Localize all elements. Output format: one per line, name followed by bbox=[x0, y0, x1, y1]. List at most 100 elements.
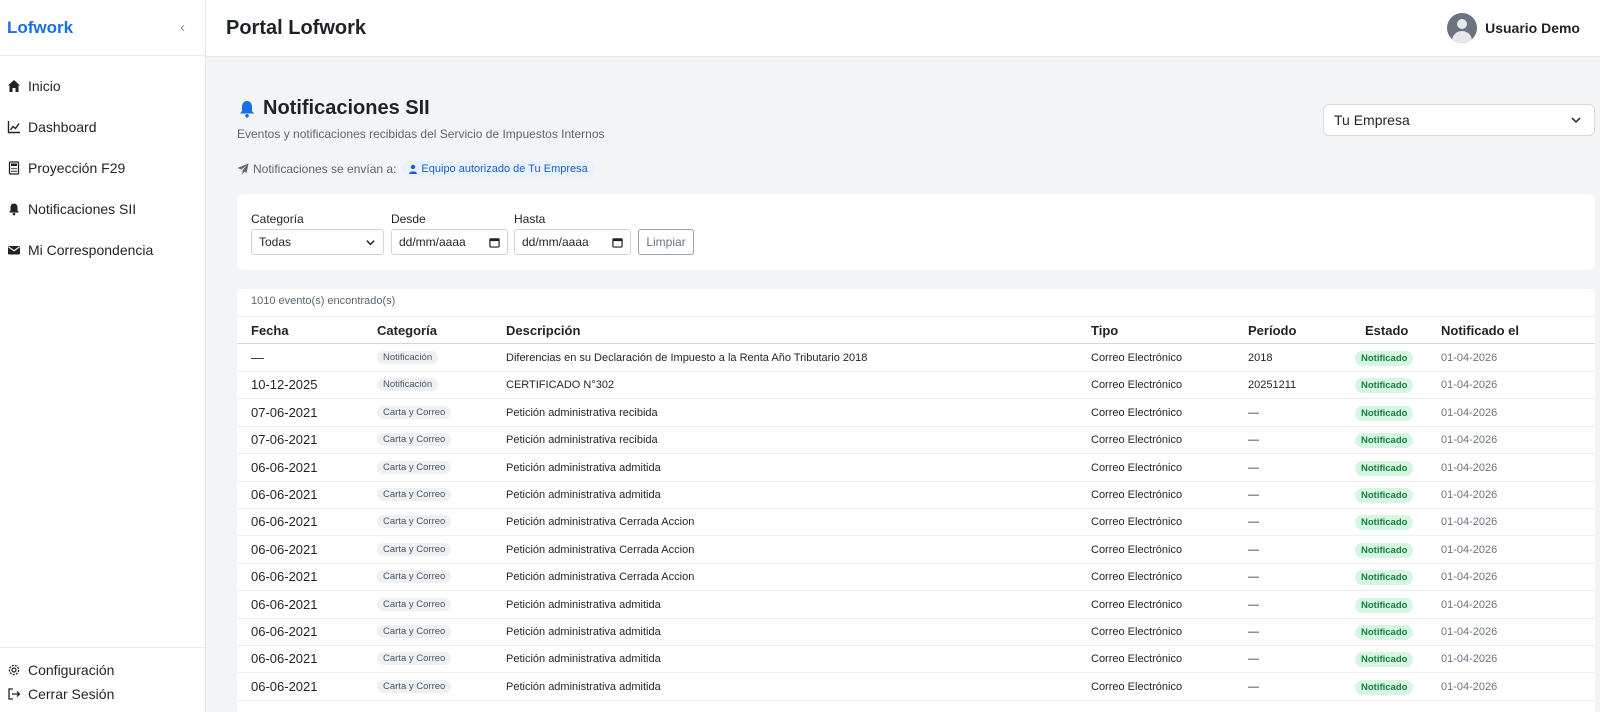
cell-descripcion: Petición administrativa admitida bbox=[506, 598, 661, 611]
cell-notificado: 01-04-2026 bbox=[1441, 489, 1498, 501]
page-subtitle: Eventos y notificaciones recibidas del S… bbox=[237, 127, 605, 141]
cell-estado: Notificado bbox=[1355, 515, 1414, 531]
cell-categoria: Carta y Correo bbox=[377, 460, 452, 474]
status-badge: Notificado bbox=[1355, 597, 1414, 613]
sidebar-item-label: Proyección F29 bbox=[28, 159, 126, 176]
recipients-badge[interactable]: Equipo autorizado de Tu Empresa bbox=[402, 161, 596, 177]
sidebar-item-dashboard[interactable]: Dashboard bbox=[0, 106, 205, 147]
cell-estado: Notificado bbox=[1355, 597, 1414, 613]
cell-descripcion: Petición administrativa admitida bbox=[506, 461, 661, 474]
category-tag: Carta y Correo bbox=[377, 597, 452, 611]
category-tag: Notificación bbox=[377, 378, 439, 392]
cell-descripcion: Petición administrativa Cerrada Accion bbox=[506, 516, 695, 529]
cell-periodo: — bbox=[1248, 461, 1259, 474]
cell-fecha: 06-06-2021 bbox=[251, 514, 318, 530]
status-badge: Notificado bbox=[1355, 488, 1414, 503]
category-tag: Carta y Correo bbox=[377, 542, 452, 556]
table-row[interactable]: 06-06-2021 Carta y Correo Petición adminis… bbox=[237, 564, 1595, 592]
cell-estado: Notificado bbox=[1355, 351, 1414, 366]
cell-notificado: 01-04-2026 bbox=[1441, 352, 1498, 364]
table-row[interactable]: 06-06-2021 Carta y Correo Petición adminis… bbox=[237, 592, 1595, 619]
cell-notificado: 01-04-2026 bbox=[1441, 680, 1498, 693]
cell-estado: Notificado bbox=[1355, 625, 1414, 640]
table-row[interactable]: — Notificación Diferencias en su Declaraci… bbox=[237, 345, 1595, 372]
cell-tipo: Correo Electrónico bbox=[1091, 406, 1183, 419]
sidebar-item-inicio[interactable]: Inicio bbox=[0, 65, 205, 106]
cell-categoria: Carta y Correo bbox=[377, 515, 452, 529]
cell-tipo: Correo Electrónico bbox=[1091, 626, 1183, 638]
bell-icon bbox=[7, 202, 21, 216]
column-header-estado[interactable]: Estado bbox=[1365, 323, 1408, 338]
table-row[interactable]: 06-06-2021 Carta y Correo Petición adminis… bbox=[237, 674, 1595, 701]
brand-logo[interactable]: Lofwork bbox=[7, 18, 73, 38]
table-row[interactable]: 07-06-2021 Carta y Correo Petición adminis… bbox=[237, 400, 1595, 427]
from-date-input[interactable]: dd/mm/aaaa bbox=[391, 229, 508, 255]
paper-plane-icon bbox=[237, 163, 249, 175]
table-row[interactable]: 06-06-2021 Carta y Correo Petición adminis… bbox=[237, 537, 1595, 564]
cell-periodo: — bbox=[1248, 571, 1259, 584]
sidebar-item-label: Dashboard bbox=[28, 118, 97, 135]
clear-filters-button[interactable]: Limpiar bbox=[638, 229, 694, 255]
cell-descripcion: Petición administrativa admitida bbox=[506, 489, 661, 501]
cell-notificado: 01-04-2026 bbox=[1441, 406, 1498, 419]
cell-categoria: Carta y Correo bbox=[377, 433, 452, 447]
sidebar-item-mi-correspondencia[interactable]: Mi Correspondencia bbox=[0, 229, 205, 270]
page-title-row: Notificaciones SII bbox=[237, 97, 430, 120]
sidebar-item-proyeccion-f29[interactable]: Proyección F29 bbox=[0, 147, 205, 188]
cell-categoria: Carta y Correo bbox=[377, 488, 452, 501]
cell-categoria: Carta y Correo bbox=[377, 625, 452, 638]
sidebar-item-label: Cerrar Sesión bbox=[28, 686, 115, 702]
cell-fecha: 06-06-2021 bbox=[251, 459, 318, 475]
cell-notificado: 01-04-2026 bbox=[1441, 461, 1498, 474]
cell-estado: Notificado bbox=[1355, 652, 1414, 668]
cell-categoria: Carta y Correo bbox=[377, 405, 452, 419]
table-row[interactable]: 07-06-2021 Carta y Correo Petición adminis… bbox=[237, 427, 1595, 455]
cell-periodo: — bbox=[1248, 653, 1259, 666]
recipients-label: Notificaciones se envían a: bbox=[253, 162, 397, 176]
user-icon bbox=[409, 164, 418, 174]
cell-fecha: 07-06-2021 bbox=[251, 432, 318, 448]
avatar bbox=[1447, 13, 1478, 43]
sidebar-item-configuracion[interactable]: Configuración bbox=[0, 658, 205, 682]
cell-descripcion: Petición administrativa Cerrada Accion bbox=[506, 543, 695, 556]
cell-tipo: Correo Electrónico bbox=[1091, 489, 1183, 501]
table-row[interactable]: 06-06-2021 Carta y Correo Petición adminis… bbox=[237, 482, 1595, 509]
category-tag: Carta y Correo bbox=[377, 515, 452, 529]
recipients-info: Notificaciones se envían a: Equipo autor… bbox=[237, 161, 596, 177]
table-row[interactable]: 06-06-2021 Carta y Correo Petición adminis… bbox=[237, 455, 1595, 482]
column-header-fecha[interactable]: Fecha bbox=[251, 323, 289, 338]
calendar-icon bbox=[489, 237, 500, 248]
cell-periodo: — bbox=[1248, 489, 1259, 501]
home-icon bbox=[7, 79, 21, 93]
column-header-periodo[interactable]: Período bbox=[1248, 323, 1296, 338]
category-select[interactable]: Todas bbox=[251, 229, 384, 255]
cell-periodo: — bbox=[1248, 434, 1259, 447]
cell-estado: Notificado bbox=[1355, 679, 1414, 695]
column-header-descripcion[interactable]: Descripción bbox=[506, 323, 580, 338]
to-date-value: dd/mm/aaaa bbox=[522, 235, 589, 249]
status-badge: Notificado bbox=[1355, 378, 1414, 394]
top-header: Portal Lofwork Usuario Demo bbox=[206, 0, 1600, 57]
column-header-tipo[interactable]: Tipo bbox=[1091, 323, 1118, 338]
table-row[interactable]: 06-06-2021 Carta y Correo Petición adminis… bbox=[237, 509, 1595, 537]
company-select[interactable]: Tu Empresa bbox=[1323, 104, 1595, 136]
calendar-icon bbox=[612, 237, 623, 248]
table-row[interactable]: 10-12-2025 Notificación CERTIFICADO N°302 C… bbox=[237, 372, 1595, 400]
table-row[interactable]: 06-06-2021 Carta y Correo Petición adminis… bbox=[237, 646, 1595, 674]
cell-notificado: 01-04-2026 bbox=[1441, 598, 1498, 611]
cell-fecha: 07-06-2021 bbox=[251, 404, 318, 420]
sidebar-item-cerrar-sesion[interactable]: Cerrar Sesión bbox=[0, 682, 205, 706]
cell-tipo: Correo Electrónico bbox=[1091, 653, 1183, 666]
table-row[interactable]: 06-06-2021 Carta y Correo Petición adminis… bbox=[237, 619, 1595, 646]
cell-categoria: Carta y Correo bbox=[377, 679, 452, 693]
cell-periodo: — bbox=[1248, 516, 1259, 529]
sidebar-item-notificaciones-sii[interactable]: Notificaciones SII bbox=[0, 188, 205, 229]
column-header-notificado[interactable]: Notificado el bbox=[1441, 323, 1519, 338]
cell-fecha: — bbox=[251, 350, 264, 365]
to-date-input[interactable]: dd/mm/aaaa bbox=[514, 229, 631, 255]
sidebar-footer: Configuración Cerrar Sesión bbox=[0, 647, 205, 712]
category-tag: Carta y Correo bbox=[377, 679, 452, 693]
chevron-left-icon[interactable]: ‹ bbox=[180, 19, 185, 36]
column-header-categoria[interactable]: Categoría bbox=[377, 323, 437, 338]
user-menu[interactable]: Usuario Demo bbox=[1447, 13, 1580, 43]
